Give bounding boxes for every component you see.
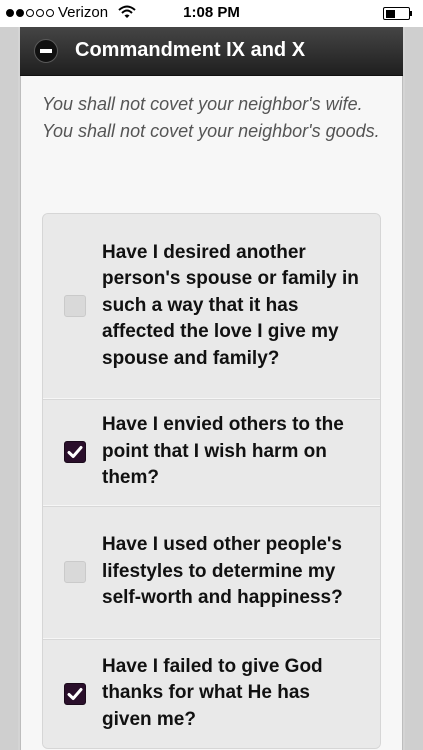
section-header[interactable]: Commandment IX and X (20, 27, 403, 76)
commandment-text: You shall not covet your neighbor's wife… (42, 91, 392, 145)
battery-icon (383, 7, 410, 20)
section-title: Commandment IX and X (75, 39, 306, 61)
right-gutter (405, 27, 423, 750)
clock: 1:08 PM (183, 4, 240, 21)
commandment-line: You shall not covet your neighbor's good… (42, 121, 380, 141)
battery-nub (410, 11, 412, 16)
list-item[interactable]: Have I failed to give God thanks for wha… (43, 638, 380, 748)
list-item[interactable]: Have I envied others to the point that I… (43, 398, 380, 505)
minus-circle-icon[interactable] (34, 39, 58, 63)
question-text: Have I failed to give God thanks for wha… (102, 655, 323, 730)
checkmark-icon (67, 687, 83, 700)
checkbox-checked[interactable] (64, 441, 86, 463)
commandment-line: You shall not covet your neighbor's wife… (42, 94, 363, 114)
question-text: Have I desired another person's spouse o… (102, 241, 359, 369)
checkbox-checked[interactable] (64, 682, 86, 705)
question-text: Have I used other people's lifestyles to… (102, 534, 343, 609)
battery-level (385, 9, 396, 18)
question-text: Have I envied others to the point that I… (102, 414, 344, 489)
question-list: Have I desired another person's spouse o… (42, 213, 381, 749)
status-bar: Verizon 1:08 PM (0, 0, 423, 27)
left-gutter (0, 27, 18, 750)
checkmark-icon (67, 446, 83, 458)
list-item[interactable]: Have I used other people's lifestyles to… (43, 505, 380, 638)
checkbox-unchecked[interactable] (64, 561, 86, 583)
checkbox-unchecked[interactable] (64, 295, 86, 317)
list-item[interactable]: Have I desired another person's spouse o… (43, 214, 380, 398)
